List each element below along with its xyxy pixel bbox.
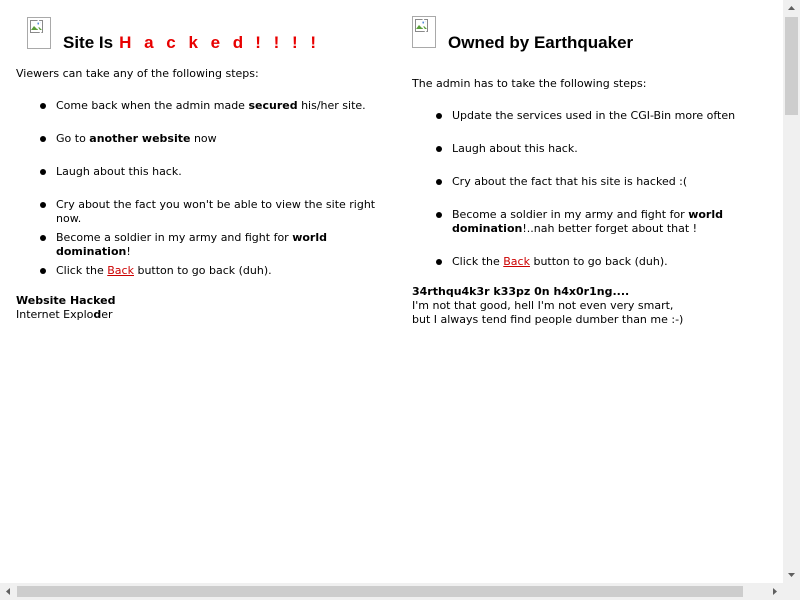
list-item: Cry about the fact you won't be able to … — [16, 198, 401, 231]
left-page-title: Site Is H a c k e d ! ! ! ! — [63, 33, 320, 53]
list-item: Update the services used in the CGI-Bin … — [412, 109, 777, 142]
right-column: Owned by Earthquaker The admin has to ta… — [412, 0, 777, 326]
title-hacked: H a c k e d — [119, 33, 248, 52]
right-intro: The admin has to take the following step… — [412, 77, 647, 90]
list-item: Click the Back button to go back (duh). — [412, 255, 777, 285]
step-bold: secured — [248, 99, 298, 112]
title-prefix: Site Is — [63, 33, 114, 52]
step-text: Cry about the fact you won't be able to … — [56, 198, 376, 225]
left-intro: Viewers can take any of the following st… — [16, 67, 259, 80]
right-steps-list: Update the services used in the CGI-Bin … — [412, 109, 777, 285]
arrow-left-icon[interactable] — [0, 583, 17, 600]
step-text-end: button to go back (duh). — [133, 264, 272, 277]
broken-image-icon — [27, 17, 51, 49]
step-text: Become a soldier in my army and fight fo… — [56, 231, 293, 244]
arrow-down-icon[interactable] — [783, 566, 800, 583]
step-text: Go to — [56, 132, 90, 145]
horizontal-scrollbar[interactable] — [0, 583, 783, 600]
step-text-end: ! — [126, 245, 131, 258]
left-header: Site Is H a c k e d ! ! ! ! — [16, 0, 401, 62]
right-header: Owned by Earthquaker — [412, 0, 777, 62]
left-signature: Website Hacked Internet Exploder — [16, 294, 115, 322]
signature-title: 34rthqu4k3r k33pz 0n h4x0r1ng.... — [412, 285, 630, 298]
arrow-up-icon[interactable] — [783, 0, 800, 17]
left-steps-list: Come back when the admin made secured hi… — [16, 99, 401, 294]
vertical-scroll-thumb[interactable] — [785, 17, 798, 115]
step-text: Click the — [56, 264, 108, 277]
list-item: Become a soldier in my army and fight fo… — [16, 231, 401, 264]
signature-line: Internet Exploder — [16, 308, 113, 321]
list-item: Laugh about this hack. — [16, 165, 401, 198]
page-viewport: Site Is H a c k e d ! ! ! ! Viewers can ta… — [0, 0, 783, 583]
step-text-end: button to go back (duh). — [529, 255, 668, 268]
signature-line-1: I'm not that good, hell I'm not even ver… — [412, 299, 674, 312]
list-item: Laugh about this hack. — [412, 142, 777, 175]
step-text-end: !..nah better forget about that ! — [522, 222, 698, 235]
step-text: Laugh about this hack. — [56, 165, 182, 178]
step-text: Update the services used in the CGI-Bin … — [452, 109, 736, 122]
step-text: Become a soldier in my army and fight fo… — [452, 208, 689, 221]
signature-line-2: but I always tend find people dumber tha… — [412, 313, 684, 326]
list-item: Become a soldier in my army and fight fo… — [412, 208, 777, 255]
right-signature: 34rthqu4k3r k33pz 0n h4x0r1ng.... I'm no… — [412, 285, 683, 327]
back-link[interactable]: Back — [503, 255, 530, 268]
right-page-title: Owned by Earthquaker — [448, 33, 634, 52]
list-item: Go to another website now — [16, 132, 401, 165]
arrow-right-icon[interactable] — [766, 583, 783, 600]
step-text: Click the — [452, 255, 504, 268]
signature-title: Website Hacked — [16, 294, 116, 307]
list-item: Click the Back button to go back (duh). — [16, 264, 401, 294]
list-item: Cry about the fact that his site is hack… — [412, 175, 777, 208]
step-bold: another website — [89, 132, 191, 145]
scrollbar-corner — [783, 583, 800, 600]
list-item: Come back when the admin made secured hi… — [16, 99, 401, 132]
title-bangs: ! ! ! ! — [255, 33, 321, 52]
left-column: Site Is H a c k e d ! ! ! ! Viewers can ta… — [16, 0, 401, 321]
horizontal-scroll-thumb[interactable] — [17, 586, 743, 597]
step-text-end: his/her site. — [297, 99, 366, 112]
step-text: Come back when the admin made — [56, 99, 249, 112]
broken-image-icon — [412, 16, 436, 48]
step-text-end: now — [190, 132, 217, 145]
vertical-scrollbar[interactable] — [783, 0, 800, 583]
back-link[interactable]: Back — [107, 264, 134, 277]
step-text: Cry about the fact that his site is hack… — [452, 175, 688, 188]
step-text: Laugh about this hack. — [452, 142, 578, 155]
